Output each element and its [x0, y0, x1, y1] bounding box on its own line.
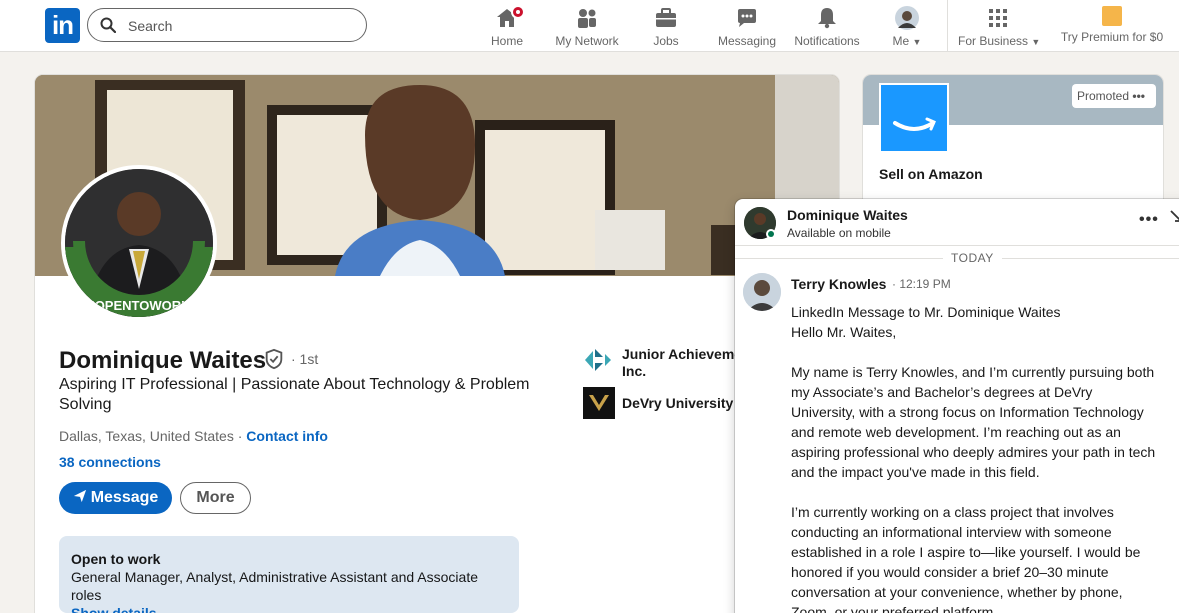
profile-avatar[interactable]: #OPENTOWORK [61, 165, 217, 321]
contact-status: Available on mobile [787, 226, 891, 240]
search-box[interactable] [87, 8, 367, 42]
message-body: LinkedIn Message to Mr. Dominique Waites… [791, 302, 1156, 613]
open-to-work-frame-text: #OPENTOWORK [87, 298, 191, 313]
message-paragraph: LinkedIn Message to Mr. Dominique Waites [791, 304, 1061, 320]
me-avatar-icon [895, 6, 919, 30]
bell-icon [818, 8, 836, 29]
show-details-link[interactable]: Show details [71, 605, 157, 613]
amazon-logo-icon [879, 83, 949, 153]
expand-icon[interactable] [1169, 209, 1179, 223]
open-to-work-roles: General Manager, Analyst, Administrative… [71, 569, 478, 603]
verified-shield-icon[interactable] [263, 348, 285, 370]
profile-card: #OPENTOWORK Dominique Waites · 1st Aspir… [35, 75, 839, 613]
date-divider: TODAY [943, 251, 1002, 265]
nav-for-business[interactable]: For Business ▼ [958, 4, 1041, 48]
nav-my-network-label: My Network [555, 34, 619, 48]
profile-location-row: Dallas, Texas, United States · Contact i… [59, 428, 328, 444]
grid-icon [989, 9, 1007, 27]
promoted-label[interactable]: Promoted ••• [1072, 84, 1156, 108]
message-paragraph-gap [791, 482, 1156, 502]
message-paragraph: My name is Terry Knowles, and I’m curren… [791, 364, 1156, 480]
message-header[interactable]: Dominique Waites Available on mobile ••• [735, 199, 1179, 246]
linkedin-logo-icon[interactable]: in [45, 8, 80, 43]
message-button-label: Message [90, 489, 159, 506]
nav-jobs[interactable]: Jobs [648, 4, 684, 48]
connection-degree: · 1st [291, 351, 319, 367]
nav-my-network[interactable]: My Network [551, 4, 623, 48]
people-icon [578, 9, 596, 28]
devry-logo-icon [583, 387, 615, 419]
search-icon [100, 17, 116, 33]
sender-avatar[interactable] [743, 273, 781, 311]
more-options-icon[interactable]: ••• [1132, 89, 1145, 103]
chat-icon [738, 9, 756, 27]
nav-try-premium[interactable]: Try Premium for $0 [1060, 4, 1164, 48]
message-paragraph: Hello Mr. Waites, [791, 324, 897, 340]
nav-notifications[interactable]: Notifications [791, 4, 863, 48]
more-button[interactable]: More [180, 482, 251, 514]
message-overlay: Dominique Waites Available on mobile •••… [735, 199, 1179, 613]
avatar-photo: #OPENTOWORK [65, 169, 213, 317]
premium-icon [1102, 6, 1122, 26]
nav-notifications-label: Notifications [794, 34, 860, 48]
profile-location: Dallas, Texas, United States [59, 428, 234, 444]
profile-name: Dominique Waites [59, 347, 267, 374]
nav-messaging[interactable]: Messaging [716, 4, 778, 48]
send-icon [73, 489, 86, 503]
nav-for-business-label: For Business [958, 34, 1029, 48]
promoted-text: Promoted [1077, 89, 1130, 103]
briefcase-icon [656, 8, 676, 27]
nav-me[interactable]: Me ▼ [886, 4, 928, 48]
message-button[interactable]: Message [59, 482, 172, 514]
contact-info-link[interactable]: Contact info [246, 428, 328, 444]
message-time: · 12:19 PM [892, 277, 951, 291]
message-paragraph: I’m currently working on a class project… [791, 504, 1141, 613]
nav-divider [947, 0, 948, 52]
nav-home-label: Home [490, 34, 523, 48]
ad-title: Sell on Amazon [879, 166, 983, 182]
contact-name[interactable]: Dominique Waites [787, 207, 908, 223]
search-input[interactable] [128, 15, 348, 37]
nav-me-label: Me [892, 34, 910, 48]
open-to-work-box: Open to work General Manager, Analyst, A… [59, 536, 519, 613]
notification-dot [511, 5, 525, 19]
nav-try-premium-label: Try Premium for $0 [1060, 30, 1164, 44]
nav-me-row: Me ▼ [886, 34, 928, 48]
sender-name[interactable]: Terry Knowles [791, 276, 886, 292]
chevron-down-icon: ▼ [1031, 37, 1041, 47]
message-paragraph-gap [791, 342, 1156, 362]
more-options-icon[interactable]: ••• [1139, 211, 1159, 229]
online-status-icon [766, 229, 776, 239]
connections-link[interactable]: 38 connections [59, 454, 161, 470]
profile-headline: Aspiring IT Professional | Passionate Ab… [59, 376, 530, 413]
nav-home[interactable]: Home [486, 4, 528, 48]
nav-for-business-row: For Business ▼ [958, 34, 1041, 48]
open-to-work-title: Open to work [71, 551, 161, 567]
junior-achievement-logo-icon [585, 349, 611, 371]
nav-jobs-label: Jobs [653, 34, 679, 48]
chevron-down-icon: ▼ [912, 37, 922, 47]
top-nav: in Home My Network Jobs Messaging Notifi… [0, 0, 1179, 52]
location-separator: · [233, 428, 247, 444]
nav-messaging-label: Messaging [717, 34, 777, 48]
